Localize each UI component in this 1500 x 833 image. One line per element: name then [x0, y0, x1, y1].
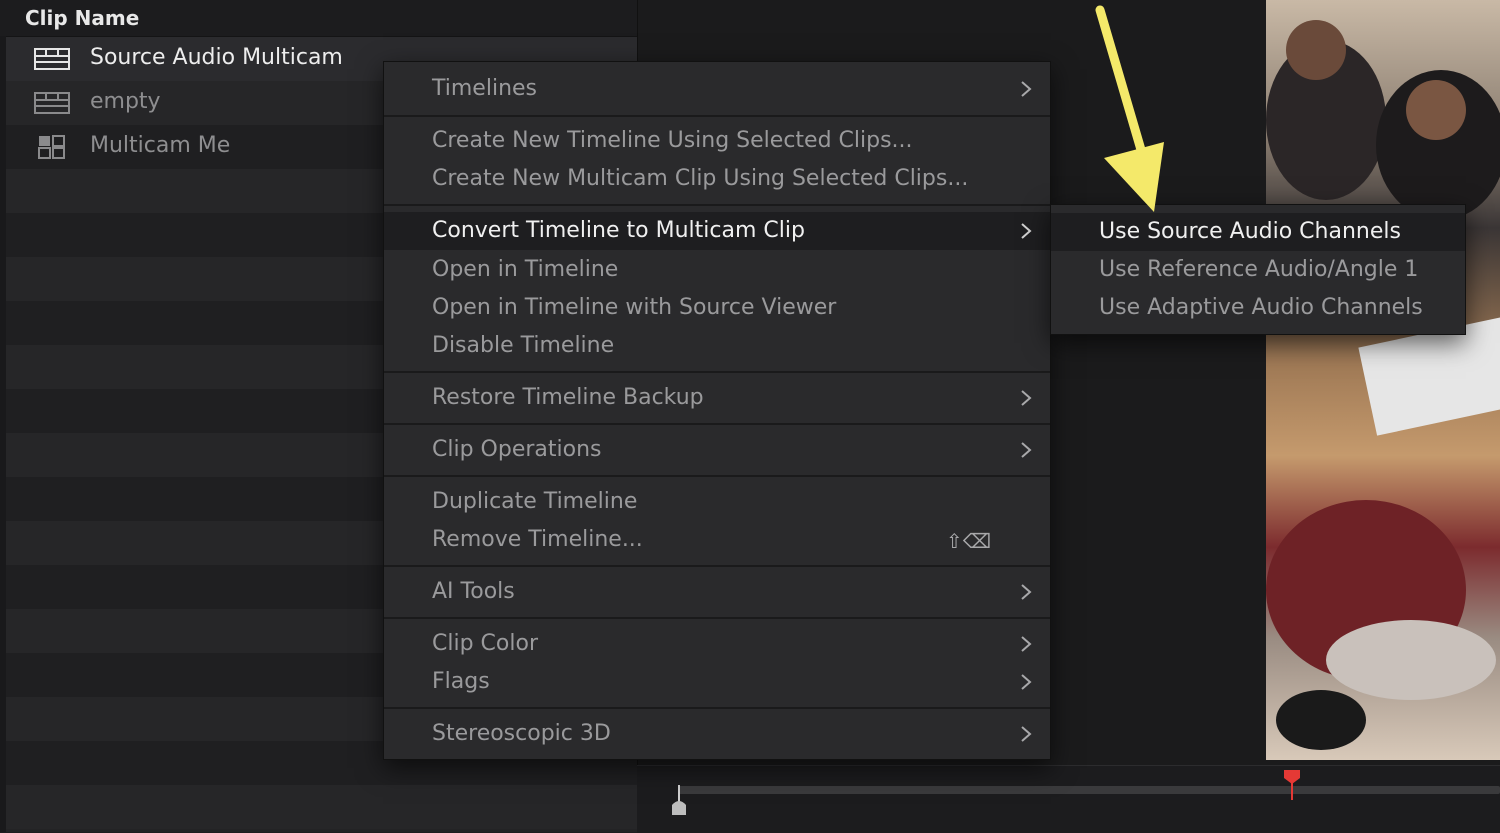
menu-item-label: Open in Timeline with Source Viewer [432, 295, 837, 320]
menu-item-label: Create New Timeline Using Selected Clips… [432, 128, 913, 153]
in-point-handle[interactable] [670, 785, 688, 817]
chevron-right-icon [1021, 81, 1032, 97]
menu-separator [384, 707, 1050, 709]
menu-separator [384, 115, 1050, 117]
menu-item-restore-backup[interactable]: Restore Timeline Backup [384, 379, 1050, 417]
playhead-marker[interactable] [1282, 768, 1302, 800]
column-header-clip-name[interactable]: Clip Name [0, 0, 637, 37]
menu-item-label: Clip Operations [432, 437, 602, 462]
menu-item-ai-tools[interactable]: AI Tools [384, 573, 1050, 611]
menu-item-label: Create New Multicam Clip Using Selected … [432, 166, 969, 191]
menu-item-duplicate-timeline[interactable]: Duplicate Timeline [384, 483, 1050, 521]
menu-item-label: Stereoscopic 3D [432, 721, 611, 746]
submenu-item-use-reference-audio[interactable]: Use Reference Audio/Angle 1 [1051, 251, 1465, 289]
menu-item-label: Restore Timeline Backup [432, 385, 704, 410]
chevron-right-icon [1021, 442, 1032, 458]
scrubber-bar [637, 765, 1500, 833]
timeline-icon [34, 48, 70, 70]
shoe-figure [1276, 690, 1366, 750]
submenu-item-label: Use Source Audio Channels [1099, 219, 1401, 244]
menu-item-disable-timeline[interactable]: Disable Timeline [384, 327, 1050, 365]
menu-separator [384, 617, 1050, 619]
menu-item-clip-operations[interactable]: Clip Operations [384, 431, 1050, 469]
chevron-right-icon [1021, 636, 1032, 652]
menu-item-flags[interactable]: Flags [384, 663, 1050, 701]
clip-name: empty [90, 89, 161, 114]
empty-row [6, 785, 637, 829]
menu-item-label: Convert Timeline to Multicam Clip [432, 218, 805, 243]
menu-item-label: Remove Timeline... [432, 527, 643, 552]
submenu-item-label: Use Reference Audio/Angle 1 [1099, 257, 1419, 282]
menu-item-open-in-timeline[interactable]: Open in Timeline [384, 251, 1050, 289]
scrub-track[interactable] [678, 786, 1500, 794]
menu-item-create-new-timeline[interactable]: Create New Timeline Using Selected Clips… [384, 122, 1050, 160]
shoe-figure [1326, 620, 1496, 700]
video-preview-frame [1266, 0, 1500, 760]
menu-item-label: Timelines [432, 76, 538, 101]
keyboard-shortcut: ⇧⌫ [946, 529, 992, 553]
head-figure [1286, 20, 1346, 80]
menu-item-stereoscopic-3d[interactable]: Stereoscopic 3D [384, 715, 1050, 753]
menu-item-label: Disable Timeline [432, 333, 615, 358]
column-header-label: Clip Name [25, 6, 140, 30]
chevron-right-icon [1021, 584, 1032, 600]
menu-item-label: Flags [432, 669, 490, 694]
multicam-icon [38, 135, 65, 159]
menu-item-clip-color[interactable]: Clip Color [384, 625, 1050, 663]
clip-name: Multicam Me [90, 133, 231, 158]
chevron-right-icon [1021, 674, 1032, 690]
menu-item-label: Clip Color [432, 631, 538, 656]
menu-separator [384, 204, 1050, 206]
menu-separator [384, 565, 1050, 567]
menu-item-label: Open in Timeline [432, 257, 619, 282]
head-figure [1406, 80, 1466, 140]
chevron-right-icon [1021, 390, 1032, 406]
convert-multicam-submenu: Use Source Audio Channels Use Reference … [1050, 204, 1466, 335]
menu-separator [384, 371, 1050, 373]
context-menu: Timelines Create New Timeline Using Sele… [383, 61, 1051, 760]
chevron-right-icon [1021, 726, 1032, 742]
menu-separator [384, 423, 1050, 425]
menu-separator [384, 475, 1050, 477]
menu-item-open-with-source-viewer[interactable]: Open in Timeline with Source Viewer [384, 289, 1050, 327]
menu-item-convert-to-multicam[interactable]: Convert Timeline to Multicam Clip [384, 212, 1050, 250]
menu-item-label: Duplicate Timeline [432, 489, 638, 514]
menu-item-timelines[interactable]: Timelines [384, 70, 1050, 108]
menu-item-create-new-multicam[interactable]: Create New Multicam Clip Using Selected … [384, 160, 1050, 198]
clip-name: Source Audio Multicam [90, 45, 343, 70]
chevron-right-icon [1021, 223, 1032, 239]
timeline-icon [34, 92, 70, 114]
menu-item-remove-timeline[interactable]: Remove Timeline... ⇧⌫ [384, 521, 1050, 559]
annotation-arrow-icon [1095, 5, 1164, 212]
submenu-item-label: Use Adaptive Audio Channels [1099, 295, 1423, 320]
submenu-item-use-adaptive-audio[interactable]: Use Adaptive Audio Channels [1051, 289, 1465, 327]
menu-item-label: AI Tools [432, 579, 515, 604]
